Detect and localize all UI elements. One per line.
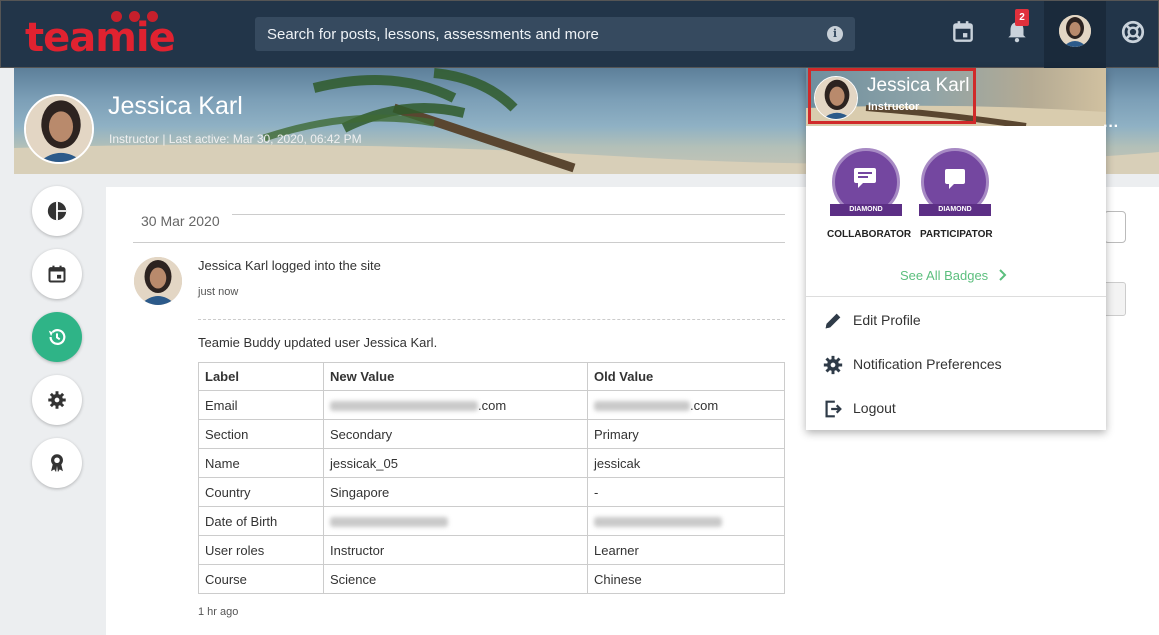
menu-item-label: Logout [853,400,896,416]
badge-label: COLLABORATOR [827,229,912,240]
redacted-value [594,517,722,528]
top-bar: teamie i 2 [0,0,1159,68]
table-row: Email .com .com [198,390,785,420]
logout-icon [825,400,842,418]
logout-menu-item[interactable]: Logout [806,388,1106,428]
menu-item-label: Notification Preferences [853,356,1002,372]
award-icon [51,454,63,473]
activity-avatar[interactable] [134,257,182,305]
redacted-value [594,401,690,412]
profile-subtitle: Instructor | Last active: Mar 30, 2020, … [109,132,362,146]
filter-select[interactable] [1104,211,1126,243]
badge-label: PARTICIPATOR [920,229,993,240]
more-options-icon[interactable]: ··· [1103,118,1119,136]
pie-chart-icon [47,201,67,221]
table-row: Section Secondary Primary [198,419,785,449]
table-cell: Learner [587,535,785,565]
table-cell: Singapore [323,477,588,507]
see-all-badges-link[interactable]: See All Badges [900,268,1008,283]
chevron-right-icon [999,269,1007,281]
sidebar-item-activity[interactable] [32,312,82,362]
date-divider [232,214,785,215]
dashed-divider [198,319,785,320]
user-menu-toggle[interactable] [1044,1,1106,68]
calendar-icon [48,265,66,283]
table-cell: jessicak_05 [323,448,588,478]
table-cell [323,506,588,536]
table-row: Course Science Chinese [198,564,785,594]
table-row: User roles Instructor Learner [198,535,785,565]
table-cell [587,506,785,536]
table-cell: Primary [587,419,785,449]
divider [133,242,785,243]
logo-text: teamie [25,15,176,61]
search-bar: i [255,17,855,51]
history-icon [48,329,66,345]
profile-avatar[interactable] [24,94,94,164]
table-cell-text: .com [478,397,507,413]
user-dropdown-menu: Jessica Karl Instructor DIAMOND COLLABOR… [806,68,1119,430]
avatar [1059,15,1091,47]
help-icon[interactable] [1120,19,1146,45]
activity-time: 1 hr ago [198,606,239,618]
badge-level: DIAMOND [830,204,902,216]
activity-text: Teamie Buddy updated user Jessica Karl. [198,335,438,350]
table-cell-text: .com [690,397,719,413]
gear-icon [823,355,843,375]
badge-collaborator[interactable]: DIAMOND [830,148,902,220]
info-icon[interactable]: i [827,26,843,42]
sidebar-item-settings[interactable] [32,375,82,425]
search-input[interactable] [255,17,815,51]
table-cell: Course [198,564,324,594]
table-cell: Section [198,419,324,449]
table-cell: Chinese [587,564,785,594]
changes-table: Label New Value Old Value Email .com .co… [198,362,785,594]
sidebar-item-calendar[interactable] [32,249,82,299]
profile-name: Jessica Karl [108,92,243,120]
pencil-icon [825,313,841,329]
table-header-row: Label New Value Old Value [198,362,785,391]
redacted-value [330,517,448,528]
table-cell: Date of Birth [198,506,324,536]
calendar-icon[interactable] [950,19,976,45]
menu-item-label: Edit Profile [853,312,921,328]
redacted-value [330,401,478,412]
table-cell: Email [198,390,324,420]
table-cell: jessicak [587,448,785,478]
notification-count-badge: 2 [1015,9,1029,26]
gear-icon [48,391,66,409]
dropdown-header: Jessica Karl Instructor [806,68,1106,126]
edit-profile-menu-item[interactable]: Edit Profile [806,300,1106,340]
table-row: Name jessicak_05 jessicak [198,448,785,478]
table-cell: Name [198,448,324,478]
teamie-logo[interactable]: teamie [25,9,197,61]
activity-date: 30 Mar 2020 [141,213,220,229]
table-cell: Science [323,564,588,594]
highlight-box [808,68,976,124]
column-header: Old Value [587,362,785,391]
table-cell: .com [323,390,588,420]
activity-text: Jessica Karl logged into the site [198,258,381,273]
table-cell: Secondary [323,419,588,449]
see-all-badges-label: See All Badges [900,268,989,283]
activity-time: just now [198,286,239,298]
table-row: Country Singapore - [198,477,785,507]
badge-participator[interactable]: DIAMOND [919,148,991,220]
table-cell: Country [198,477,324,507]
column-header: Label [198,362,324,391]
table-cell: Instructor [323,535,588,565]
notification-preferences-menu-item[interactable]: Notification Preferences [806,344,1106,384]
sidebar-item-badges[interactable] [32,438,82,488]
table-cell: - [587,477,785,507]
table-cell: User roles [198,535,324,565]
table-cell: .com [587,390,785,420]
table-row: Date of Birth [198,506,785,536]
badge-level: DIAMOND [919,204,991,216]
dropdown-divider [806,296,1106,297]
column-header: New Value [323,362,588,391]
sidebar-item-overview[interactable] [32,186,82,236]
